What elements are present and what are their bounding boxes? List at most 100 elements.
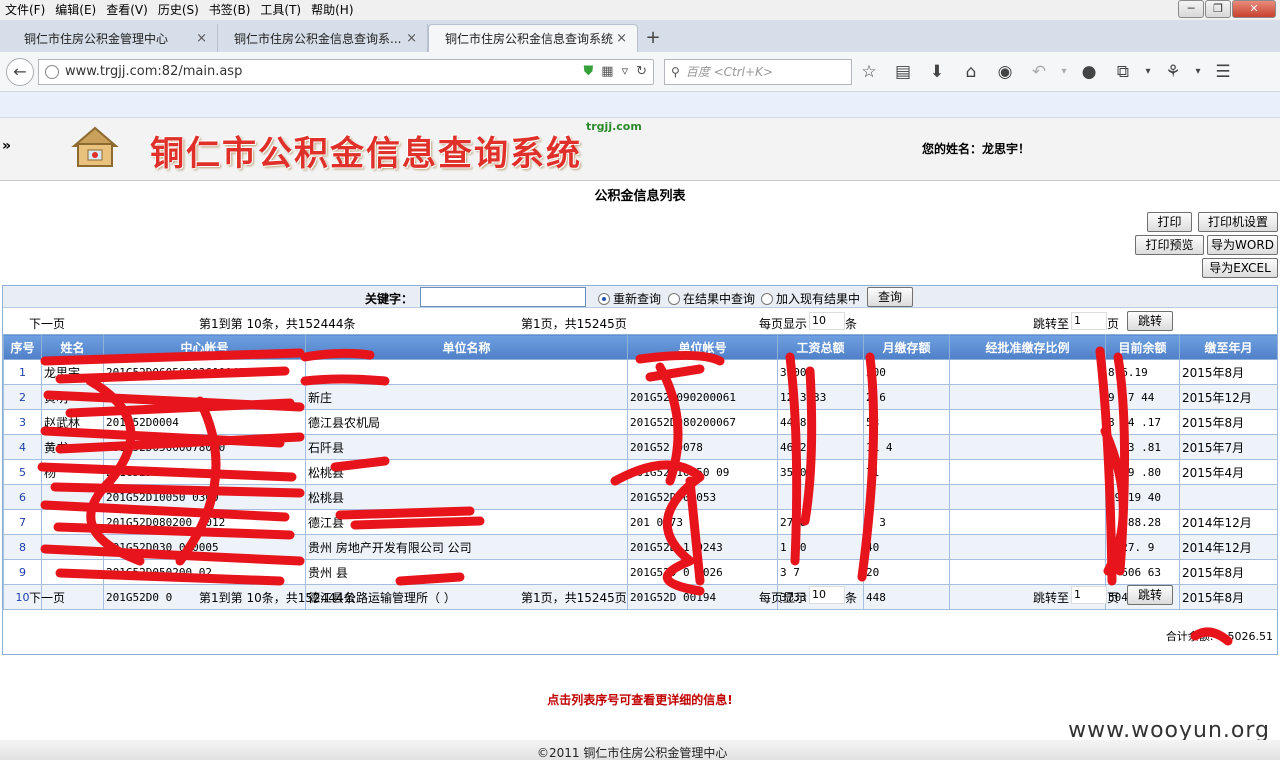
chat-icon[interactable]: ◉	[988, 62, 1022, 82]
jump-label: 跳转至	[1033, 591, 1070, 605]
collapse-arrows-icon[interactable]: »	[2, 138, 11, 154]
jump-button[interactable]: 跳转	[1127, 311, 1173, 331]
back-button[interactable]: ←	[6, 57, 34, 86]
keyword-input[interactable]	[420, 287, 586, 307]
table-cell: 2015年8月	[1179, 359, 1278, 385]
per-page-input[interactable]: 10	[809, 312, 845, 330]
table-cell	[777, 484, 864, 510]
reader-icon[interactable]: ▤	[886, 62, 920, 82]
table-cell	[41, 484, 104, 510]
table-cell: 2015年7月	[1179, 434, 1278, 460]
shield-icon[interactable]: ⛊	[584, 64, 594, 79]
minimize-button[interactable]: ─	[1178, 0, 1204, 18]
row-seq-link[interactable]: 6	[3, 484, 42, 510]
table-cell: 35 0	[777, 459, 864, 485]
radio-within-results[interactable]: 在结果中查询	[668, 290, 755, 307]
table-cell	[305, 359, 628, 385]
table-cell	[1179, 484, 1278, 510]
row-seq-link[interactable]: 7	[3, 509, 42, 535]
table-cell: 新庄	[305, 384, 628, 410]
menu-view[interactable]: 查看(V)	[101, 0, 153, 20]
jump-page-input[interactable]: 1	[1071, 312, 1107, 330]
table-cell: 2014年12月	[1179, 534, 1278, 560]
print-preview-button[interactable]: 打印预览	[1135, 235, 1204, 255]
close-window-button[interactable]: ✕	[1232, 0, 1276, 18]
crop-icon[interactable]: ⧉	[1106, 62, 1140, 82]
radio-label: 重新查询	[613, 292, 662, 306]
per-page-input[interactable]: 10	[809, 586, 845, 604]
table-cell	[103, 384, 306, 410]
table-row: 6 201G52D10050 0300 松桃县 201G52D 0 053 49 19 …	[3, 484, 1278, 510]
tab-close-icon[interactable]: ×	[196, 31, 207, 46]
menu-edit[interactable]: 编辑(E)	[50, 0, 101, 20]
jump-button[interactable]: 跳转	[1127, 585, 1173, 605]
new-tab-button[interactable]: +	[638, 24, 668, 52]
home-icon[interactable]: ⌂	[954, 62, 988, 82]
row-seq-link[interactable]: 3	[3, 409, 42, 435]
address-bar[interactable]: www.trgjj.com:82/main.asp ⛊ ▦ ▿ ↻	[38, 58, 654, 85]
user-greeting: 您的姓名：龙思宇！	[922, 142, 1031, 156]
row-seq-link[interactable]: 2	[3, 384, 42, 410]
url-text[interactable]: www.trgjj.com:82/main.asp	[65, 64, 576, 79]
export-word-button[interactable]: 导为WORD	[1207, 235, 1278, 255]
radio-requery[interactable]: 重新查询	[598, 290, 661, 307]
menu-file[interactable]: 文件(F)	[0, 0, 50, 20]
search-input[interactable]: ⚲ 百度 <Ctrl+K>	[664, 58, 852, 85]
menu-tools[interactable]: 工具(T)	[255, 0, 306, 20]
radio-add-to-results[interactable]: 加入现有结果中	[761, 290, 860, 307]
row-seq-link[interactable]: 4	[3, 434, 42, 460]
crop-dropdown-icon[interactable]: ▾	[1140, 66, 1156, 77]
jump-label: 跳转至	[1033, 317, 1070, 331]
row-seq-link[interactable]: 1	[3, 359, 42, 385]
table-cell: 49 19 40	[1105, 484, 1180, 510]
qr-icon[interactable]: ▦	[601, 64, 613, 79]
row-seq-link[interactable]: 5	[3, 459, 42, 485]
table-cell: 201G52D0004	[103, 409, 306, 435]
menu-help[interactable]: 帮助(H)	[306, 0, 358, 20]
menu-icon[interactable]: ☰	[1206, 62, 1240, 82]
star-icon[interactable]: ☆	[852, 62, 886, 82]
keyword-label: 关键字：	[365, 292, 414, 306]
comment-icon[interactable]: ●	[1072, 62, 1106, 82]
table-cell: 3 7	[777, 559, 864, 585]
menu-bookmarks[interactable]: 书签(B)	[204, 0, 256, 20]
table-cell	[949, 509, 1106, 535]
col-monthly-deposit: 月缴存额	[863, 334, 950, 360]
jump-unit: 页	[1107, 591, 1120, 605]
undo-dropdown-icon[interactable]: ▾	[1056, 66, 1072, 77]
next-page-link[interactable]: 下一页	[29, 315, 65, 332]
search-row: 关键字： 重新查询 在结果中查询 加入现有结果中 查询	[3, 286, 1277, 308]
puzzle-dropdown-icon[interactable]: ▾	[1190, 66, 1206, 77]
tab-3-active[interactable]: 铜仁市住房公积金信息查询系统 ×	[428, 24, 638, 52]
menu-history[interactable]: 历史(S)	[153, 0, 204, 20]
table-cell	[41, 559, 104, 585]
restore-button[interactable]: ❐	[1205, 0, 1231, 18]
jump-page-input[interactable]: 1	[1071, 586, 1107, 604]
tab-1[interactable]: 铜仁市住房公积金管理中心 ×	[8, 24, 218, 52]
tab-close-icon[interactable]: ×	[616, 31, 627, 46]
radio-label: 在结果中查询	[683, 292, 756, 306]
col-center-account: 中心帐号	[103, 334, 306, 360]
table-cell: 201G52D10050 0300	[103, 484, 306, 510]
tab-close-icon[interactable]: ×	[406, 31, 417, 46]
printer-setup-button[interactable]: 打印机设置	[1198, 212, 1278, 232]
table-cell	[949, 484, 1106, 510]
search-placeholder: 百度 <Ctrl+K>	[685, 65, 773, 79]
table-cell: 1927. 9	[1105, 534, 1180, 560]
table-cell: 53	[863, 409, 950, 435]
row-seq-link[interactable]: 9	[3, 559, 42, 585]
table-cell	[949, 559, 1106, 585]
download-icon[interactable]: ⬇	[920, 62, 954, 82]
next-page-link[interactable]: 下一页	[29, 589, 65, 606]
undo-icon[interactable]: ↶	[1022, 62, 1056, 82]
dropdown-icon[interactable]: ▿	[622, 64, 629, 79]
export-excel-button[interactable]: 导为EXCEL	[1202, 258, 1278, 278]
query-button[interactable]: 查询	[867, 287, 913, 307]
table-row: 2 黄明 新庄 201G52D090200061 12 3.33 2 6 9 17 44 20…	[3, 384, 1278, 410]
row-seq-link[interactable]: 8	[3, 534, 42, 560]
reload-icon[interactable]: ↻	[636, 64, 647, 79]
print-button[interactable]: 打印	[1147, 212, 1192, 232]
tab-2[interactable]: 铜仁市住房公积金信息查询系... ×	[218, 24, 428, 52]
page-info: 第1页，共15245页	[521, 317, 627, 331]
puzzle-icon[interactable]: ⚘	[1156, 62, 1190, 82]
